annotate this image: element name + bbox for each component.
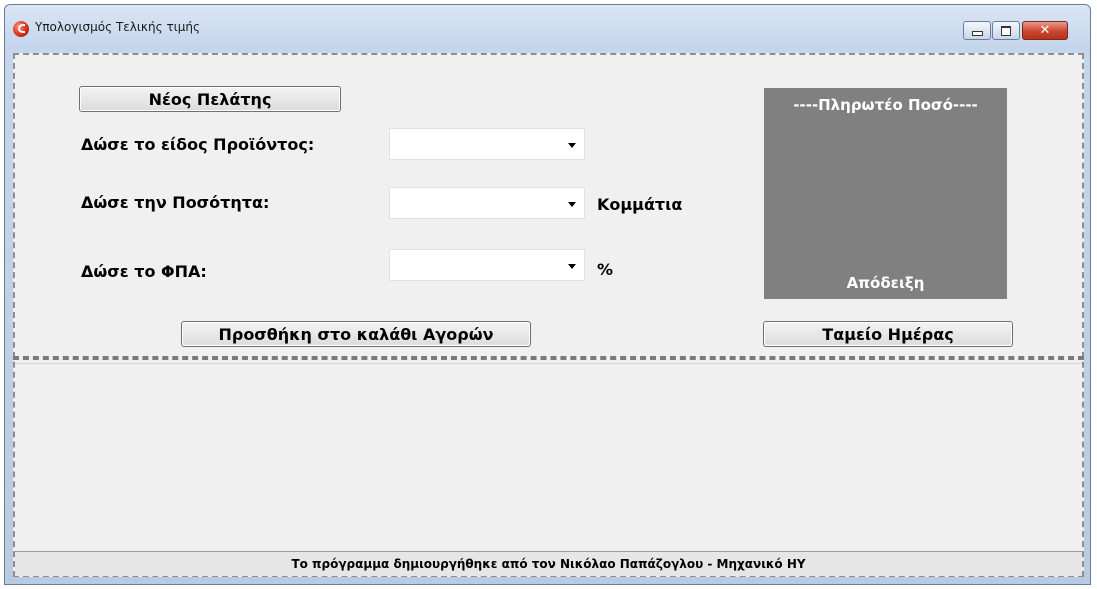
app-icon [13, 21, 29, 37]
product-combobox[interactable] [389, 128, 585, 160]
footer-credits: Το πρόγραμμα δημιουργήθηκε από τον Νικόλ… [15, 551, 1082, 576]
divider [13, 356, 1084, 360]
title-bar[interactable]: Υπολογισμός Τελικής τιμής ✕ [5, 5, 1090, 51]
quantity-combobox[interactable] [389, 187, 585, 219]
minimize-icon [971, 31, 983, 36]
amount-due-title: ----Πληρωτέο Ποσό---- [793, 96, 978, 114]
client-area: Νέος Πελάτης Δώσε το είδος Προϊόντος: Δώ… [13, 53, 1084, 577]
cart-list-area[interactable] [15, 363, 1082, 552]
close-button[interactable]: ✕ [1022, 21, 1068, 40]
receipt-label[interactable]: Απόδειξη [764, 274, 1007, 292]
window-title: Υπολογισμός Τελικής τιμής [35, 20, 201, 34]
daily-register-button[interactable]: Ταμείο Ημέρας [763, 321, 1013, 347]
quantity-label: Δώσε την Ποσότητα: [81, 193, 270, 212]
quantity-unit-label: Κομμάτια [597, 195, 683, 214]
chevron-down-icon[interactable] [568, 143, 576, 148]
vat-label: Δώσε το ΦΠΑ: [81, 262, 207, 281]
close-icon: ✕ [1039, 23, 1051, 38]
chevron-down-icon[interactable] [568, 264, 576, 269]
new-customer-button[interactable]: Νέος Πελάτης [79, 86, 341, 112]
maximize-button[interactable] [992, 21, 1020, 40]
maximize-icon [1001, 25, 1011, 36]
chevron-down-icon[interactable] [568, 202, 576, 207]
vat-combobox[interactable] [389, 249, 585, 281]
vat-unit-label: % [597, 260, 614, 279]
add-to-cart-button[interactable]: Προσθήκη στο καλάθι Αγορών [181, 321, 531, 347]
minimize-button[interactable] [963, 21, 991, 40]
app-window: Υπολογισμός Τελικής τιμής ✕ Νέος Πελάτης… [4, 4, 1091, 585]
product-label: Δώσε το είδος Προϊόντος: [81, 135, 315, 154]
payment-panel: ----Πληρωτέο Ποσό---- Απόδειξη [764, 88, 1007, 299]
